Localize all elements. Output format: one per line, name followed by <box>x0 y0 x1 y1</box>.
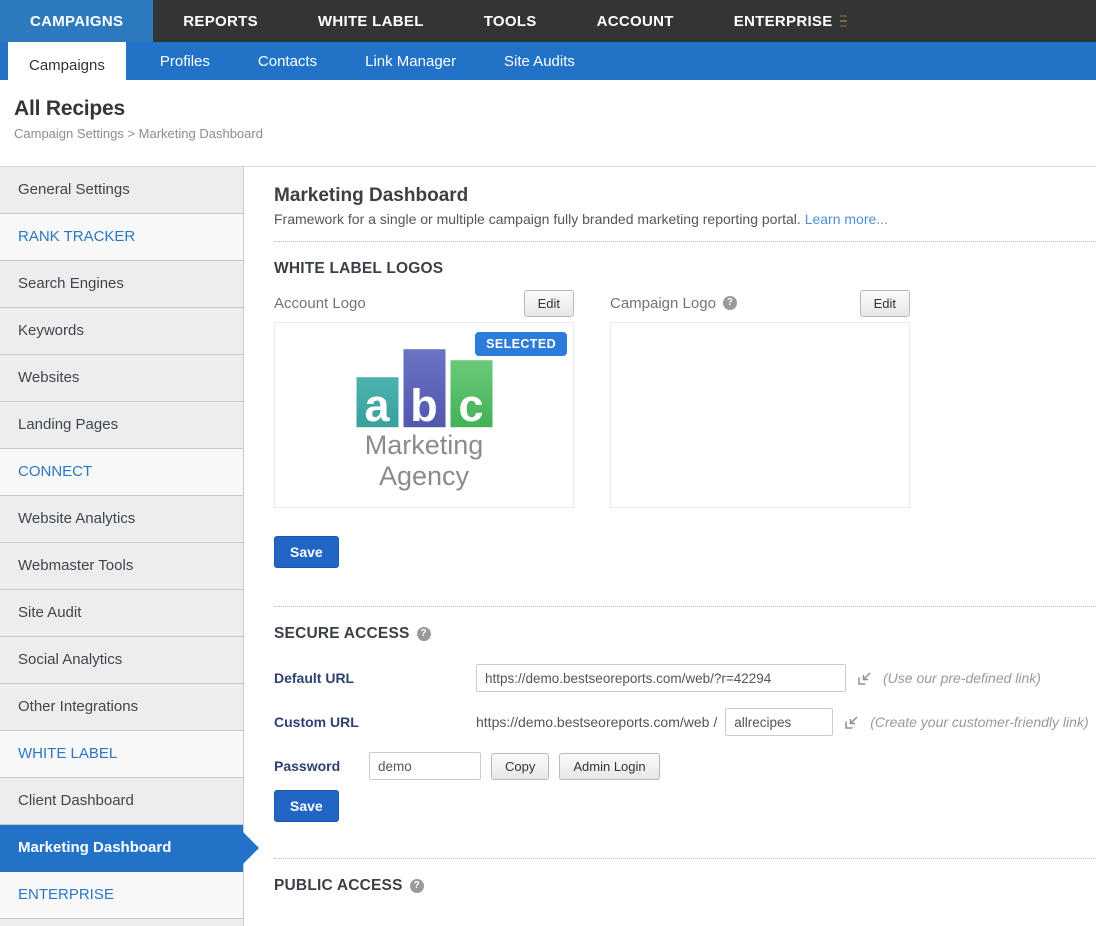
top-nav: CAMPAIGNS REPORTS WHITE LABEL TOOLS ACCO… <box>0 0 1096 42</box>
public-access-help-icon[interactable]: ? <box>410 879 424 893</box>
account-logo-column: Account Logo Edit SELECTED a b c Marketi… <box>274 284 574 508</box>
default-url-input[interactable] <box>476 664 846 692</box>
sidebar-item-website-analytics[interactable]: Website Analytics <box>0 496 243 543</box>
subnav-tab-link-manager[interactable]: Link Manager <box>351 42 470 80</box>
custom-url-note: (Create your customer-friendly link) <box>870 714 1088 730</box>
logos-save-button[interactable]: Save <box>274 536 339 568</box>
custom-url-input[interactable] <box>725 708 833 736</box>
public-access-header: PUBLIC ACCESS ? <box>274 877 1096 895</box>
account-logo-box[interactable]: SELECTED a b c Marketing Agency <box>274 322 574 508</box>
white-label-logos-header: WHITE LABEL LOGOS <box>274 260 1096 278</box>
sidebar-item-other-integrations[interactable]: Other Integrations <box>0 684 243 731</box>
divider <box>274 241 1096 242</box>
subnav-profiles-label: Profiles <box>160 53 210 70</box>
custom-url-row: Custom URL https://demo.bestseoreports.c… <box>274 708 1096 736</box>
topnav-campaigns-label: CAMPAIGNS <box>30 13 123 30</box>
secure-access-header: SECURE ACCESS ? <box>274 625 1096 643</box>
password-label: Password <box>274 758 369 774</box>
white-label-logos-title: WHITE LABEL LOGOS <box>274 260 443 278</box>
public-access-title: PUBLIC ACCESS <box>274 877 403 895</box>
secure-access-help-icon[interactable]: ? <box>417 627 431 641</box>
page-title: All Recipes <box>14 97 1082 121</box>
sidebar-category-connect[interactable]: CONNECT <box>0 449 243 496</box>
divider <box>274 858 1096 859</box>
sidebar-item-keywords[interactable]: Keywords <box>0 308 243 355</box>
subnav-link-manager-label: Link Manager <box>365 53 456 70</box>
sidebar-item-websites[interactable]: Websites <box>0 355 243 402</box>
body-wrap: General Settings RANK TRACKER Search Eng… <box>0 166 1096 926</box>
topnav-enterprise[interactable]: ENTERPRISE <box>704 0 877 42</box>
logo-bar-b: b <box>403 349 445 427</box>
learn-more-link[interactable]: Learn more... <box>805 211 888 227</box>
description-text: Framework for a single or multiple campa… <box>274 211 801 227</box>
custom-url-label: Custom URL <box>274 714 476 730</box>
account-logo-label: Account Logo <box>274 295 366 312</box>
topnav-account-label: ACCOUNT <box>597 13 674 30</box>
abc-marketing-agency-logo: a b c Marketing Agency <box>350 349 499 492</box>
sidebar-category-rank-tracker[interactable]: RANK TRACKER <box>0 214 243 261</box>
sidebar-item-webmaster-tools[interactable]: Webmaster Tools <box>0 543 243 590</box>
divider <box>274 606 1096 607</box>
sidebar-category-white-label[interactable]: WHITE LABEL <box>0 731 243 778</box>
campaign-logo-label: Campaign Logo <box>610 295 716 312</box>
sidebar-item-general-settings[interactable]: General Settings <box>0 167 243 214</box>
subnav-tab-contacts[interactable]: Contacts <box>244 42 331 80</box>
topnav-white-label[interactable]: WHITE LABEL <box>288 0 454 42</box>
topnav-tools[interactable]: TOOLS <box>454 0 567 42</box>
sidebar-item-landing-pages[interactable]: Landing Pages <box>0 402 243 449</box>
subnav-site-audits-label: Site Audits <box>504 53 575 70</box>
logo-bar-a: a <box>356 377 398 427</box>
breadcrumb: Campaign Settings > Marketing Dashboard <box>14 126 1082 141</box>
admin-login-button[interactable]: Admin Login <box>559 753 659 780</box>
secure-access-title: SECURE ACCESS <box>274 625 410 643</box>
subnav-campaigns-label: Campaigns <box>29 57 105 74</box>
default-url-label: Default URL <box>274 670 476 686</box>
topnav-reports-label: REPORTS <box>183 13 258 30</box>
campaign-logo-column: Campaign Logo ? Edit <box>610 284 910 508</box>
sidebar-item-site-audit[interactable]: Site Audit <box>0 590 243 637</box>
secure-access-save-button[interactable]: Save <box>274 790 339 822</box>
sub-nav: Campaigns Profiles Contacts Link Manager… <box>0 42 1096 80</box>
open-custom-url-icon[interactable] <box>844 715 859 730</box>
subnav-tab-campaigns[interactable]: Campaigns <box>8 42 126 89</box>
subnav-tab-site-audits[interactable]: Site Audits <box>490 42 589 80</box>
subnav-contacts-label: Contacts <box>258 53 317 70</box>
main-content: Marketing Dashboard Framework for a sing… <box>244 167 1096 926</box>
content-title: Marketing Dashboard <box>274 185 1096 207</box>
topnav-tools-label: TOOLS <box>484 13 537 30</box>
custom-url-prefix: https://demo.bestseoreports.com/web / <box>476 714 717 730</box>
password-row: Password Copy Admin Login <box>274 752 1096 780</box>
enterprise-badge-icon <box>840 15 847 27</box>
sidebar-item-client-dashboard[interactable]: Client Dashboard <box>0 778 243 825</box>
sidebar-category-enterprise[interactable]: ENTERPRISE <box>0 872 243 919</box>
campaign-logo-help-icon[interactable]: ? <box>723 296 737 310</box>
account-logo-edit-button[interactable]: Edit <box>524 290 574 317</box>
topnav-campaigns[interactable]: CAMPAIGNS <box>0 0 153 42</box>
sidebar-item-marketing-dashboard[interactable]: Marketing Dashboard <box>0 825 243 872</box>
campaign-logo-box[interactable] <box>610 322 910 508</box>
topnav-reports[interactable]: REPORTS <box>153 0 288 42</box>
logo-caption: Marketing Agency <box>350 430 499 492</box>
topnav-white-label-label: WHITE LABEL <box>318 13 424 30</box>
content-description: Framework for a single or multiple campa… <box>274 211 1096 227</box>
logo-bar-c: c <box>450 360 492 427</box>
topnav-enterprise-label: ENTERPRISE <box>734 13 833 30</box>
copy-button[interactable]: Copy <box>491 753 549 780</box>
default-url-row: Default URL (Use our pre-defined link) <box>274 664 1096 692</box>
page-header: All Recipes Campaign Settings > Marketin… <box>0 80 1096 166</box>
open-default-url-icon[interactable] <box>857 671 872 686</box>
password-input[interactable] <box>369 752 481 780</box>
subnav-tab-profiles[interactable]: Profiles <box>146 42 224 80</box>
sidebar-item-social-analytics[interactable]: Social Analytics <box>0 637 243 684</box>
topnav-account[interactable]: ACCOUNT <box>567 0 704 42</box>
settings-sidebar: General Settings RANK TRACKER Search Eng… <box>0 167 244 926</box>
sidebar-item-search-engines[interactable]: Search Engines <box>0 261 243 308</box>
campaign-logo-edit-button[interactable]: Edit <box>860 290 910 317</box>
default-url-note: (Use our pre-defined link) <box>883 670 1041 686</box>
logo-row: Account Logo Edit SELECTED a b c Marketi… <box>274 284 1096 508</box>
